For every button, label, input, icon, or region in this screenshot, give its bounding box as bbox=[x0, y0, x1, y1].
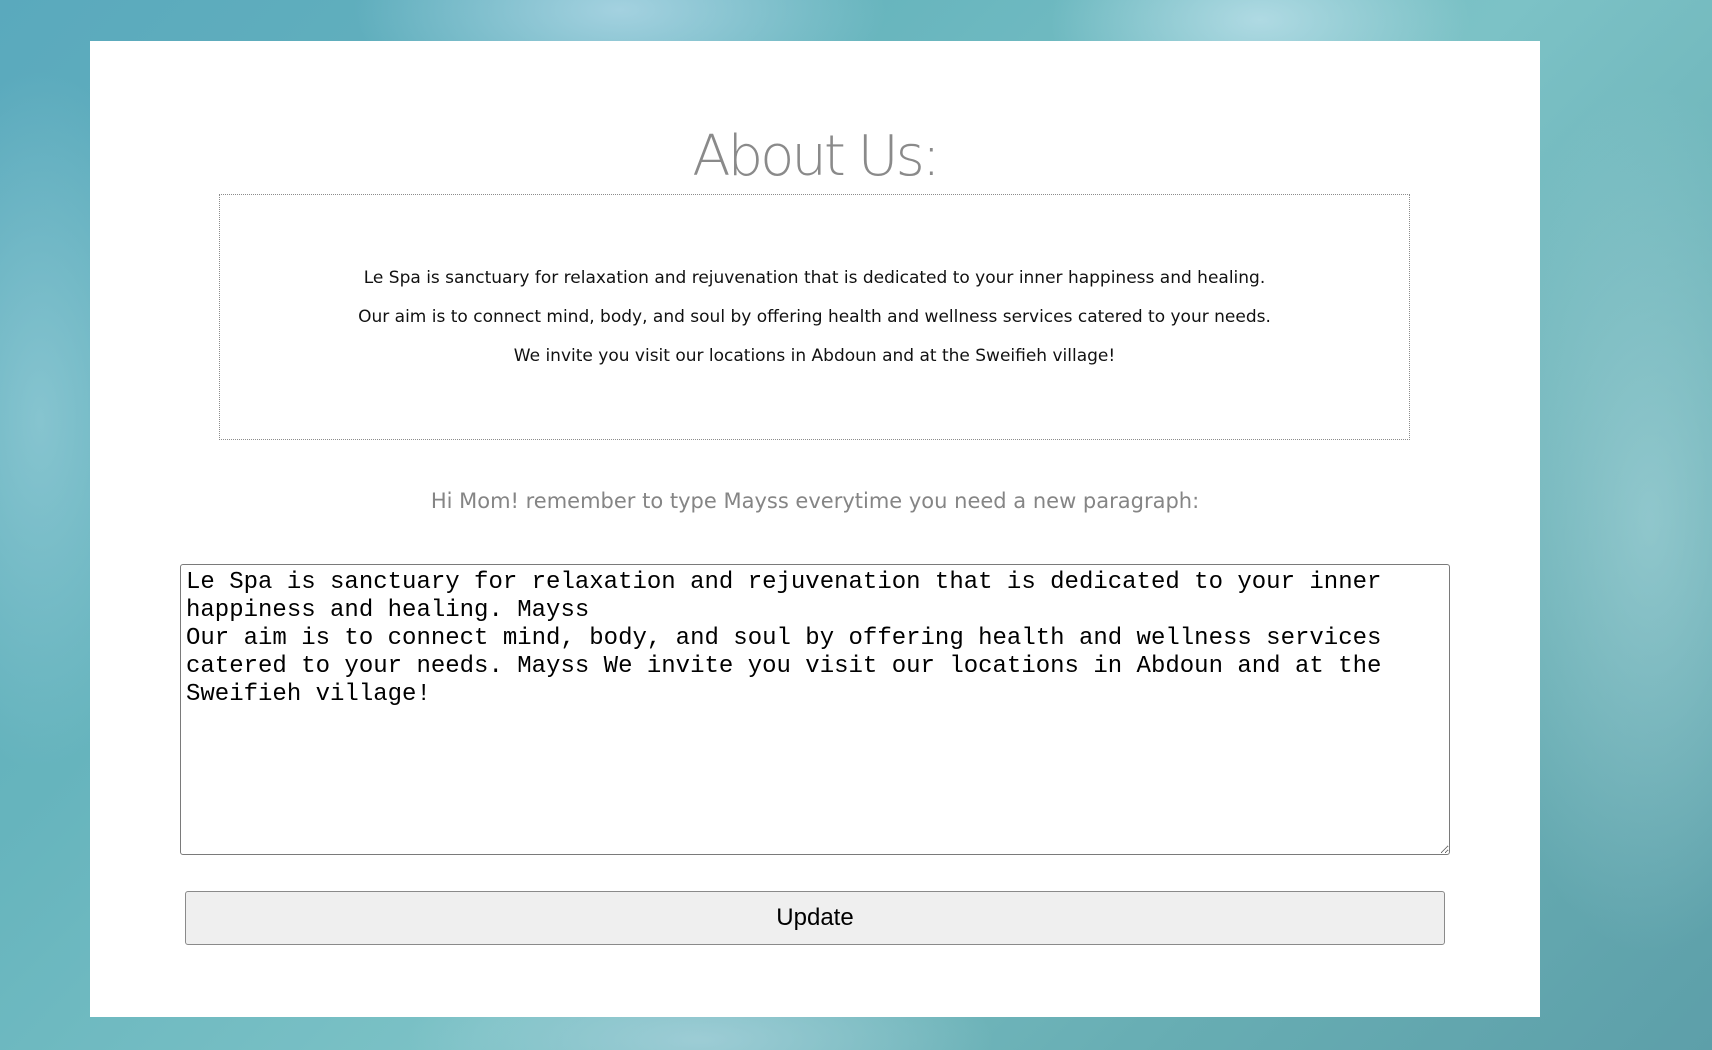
about-paragraph: Our aim is to connect mind, body, and so… bbox=[358, 306, 1271, 327]
about-paragraph: We invite you visit our locations in Abd… bbox=[513, 345, 1116, 366]
instruction-text: Hi Mom! remember to type Mayss everytime… bbox=[430, 489, 1200, 513]
page-background: { "title": "About Us:", "about": { "para… bbox=[0, 0, 1712, 1050]
about-text-editor[interactable]: Le Spa is sanctuary for relaxation and r… bbox=[180, 564, 1450, 855]
content-card: About Us: Le Spa is sanctuary for relaxa… bbox=[90, 41, 1540, 1017]
about-paragraph: Le Spa is sanctuary for relaxation and r… bbox=[363, 267, 1266, 288]
page-title: About Us: bbox=[692, 124, 940, 189]
about-preview-box: Le Spa is sanctuary for relaxation and r… bbox=[219, 194, 1410, 440]
update-button[interactable]: Update bbox=[185, 891, 1445, 945]
